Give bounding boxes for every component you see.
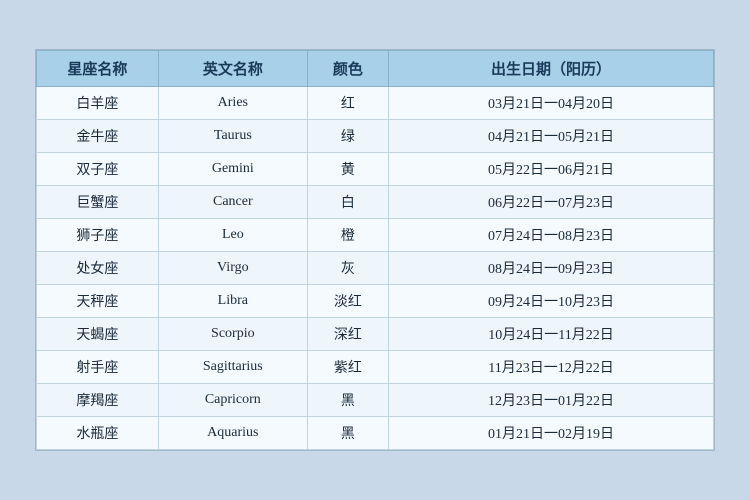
cell-color: 紫红	[307, 351, 388, 384]
table-row: 狮子座Leo橙07月24日一08月23日	[37, 219, 714, 252]
cell-zh: 白羊座	[37, 87, 159, 120]
cell-zh: 射手座	[37, 351, 159, 384]
cell-date: 03月21日一04月20日	[389, 87, 714, 120]
cell-en: Taurus	[158, 120, 307, 153]
cell-color: 灰	[307, 252, 388, 285]
cell-en: Aries	[158, 87, 307, 120]
zodiac-table-container: 星座名称 英文名称 颜色 出生日期（阳历） 白羊座Aries红03月21日一04…	[35, 49, 715, 451]
cell-zh: 天蝎座	[37, 318, 159, 351]
cell-date: 07月24日一08月23日	[389, 219, 714, 252]
cell-color: 橙	[307, 219, 388, 252]
cell-en: Scorpio	[158, 318, 307, 351]
table-row: 水瓶座Aquarius黑01月21日一02月19日	[37, 417, 714, 450]
table-row: 金牛座Taurus绿04月21日一05月21日	[37, 120, 714, 153]
cell-color: 黄	[307, 153, 388, 186]
header-color: 颜色	[307, 51, 388, 87]
table-row: 双子座Gemini黄05月22日一06月21日	[37, 153, 714, 186]
cell-date: 10月24日一11月22日	[389, 318, 714, 351]
cell-color: 白	[307, 186, 388, 219]
cell-color: 淡红	[307, 285, 388, 318]
cell-color: 绿	[307, 120, 388, 153]
cell-color: 黑	[307, 417, 388, 450]
table-row: 巨蟹座Cancer白06月22日一07月23日	[37, 186, 714, 219]
cell-en: Gemini	[158, 153, 307, 186]
cell-color: 深红	[307, 318, 388, 351]
cell-zh: 处女座	[37, 252, 159, 285]
table-row: 天秤座Libra淡红09月24日一10月23日	[37, 285, 714, 318]
cell-en: Leo	[158, 219, 307, 252]
table-row: 摩羯座Capricorn黑12月23日一01月22日	[37, 384, 714, 417]
cell-zh: 狮子座	[37, 219, 159, 252]
table-row: 天蝎座Scorpio深红10月24日一11月22日	[37, 318, 714, 351]
cell-en: Aquarius	[158, 417, 307, 450]
header-zh: 星座名称	[37, 51, 159, 87]
cell-date: 06月22日一07月23日	[389, 186, 714, 219]
cell-en: Sagittarius	[158, 351, 307, 384]
cell-date: 11月23日一12月22日	[389, 351, 714, 384]
cell-date: 04月21日一05月21日	[389, 120, 714, 153]
cell-zh: 双子座	[37, 153, 159, 186]
cell-en: Capricorn	[158, 384, 307, 417]
cell-zh: 摩羯座	[37, 384, 159, 417]
cell-date: 12月23日一01月22日	[389, 384, 714, 417]
cell-zh: 天秤座	[37, 285, 159, 318]
header-en: 英文名称	[158, 51, 307, 87]
table-body: 白羊座Aries红03月21日一04月20日金牛座Taurus绿04月21日一0…	[37, 87, 714, 450]
cell-date: 01月21日一02月19日	[389, 417, 714, 450]
cell-en: Cancer	[158, 186, 307, 219]
cell-date: 09月24日一10月23日	[389, 285, 714, 318]
cell-color: 黑	[307, 384, 388, 417]
cell-date: 05月22日一06月21日	[389, 153, 714, 186]
header-date: 出生日期（阳历）	[389, 51, 714, 87]
cell-en: Libra	[158, 285, 307, 318]
table-row: 处女座Virgo灰08月24日一09月23日	[37, 252, 714, 285]
table-header-row: 星座名称 英文名称 颜色 出生日期（阳历）	[37, 51, 714, 87]
cell-zh: 金牛座	[37, 120, 159, 153]
cell-zh: 水瓶座	[37, 417, 159, 450]
zodiac-table: 星座名称 英文名称 颜色 出生日期（阳历） 白羊座Aries红03月21日一04…	[36, 50, 714, 450]
cell-color: 红	[307, 87, 388, 120]
cell-date: 08月24日一09月23日	[389, 252, 714, 285]
cell-en: Virgo	[158, 252, 307, 285]
cell-zh: 巨蟹座	[37, 186, 159, 219]
table-row: 射手座Sagittarius紫红11月23日一12月22日	[37, 351, 714, 384]
table-row: 白羊座Aries红03月21日一04月20日	[37, 87, 714, 120]
